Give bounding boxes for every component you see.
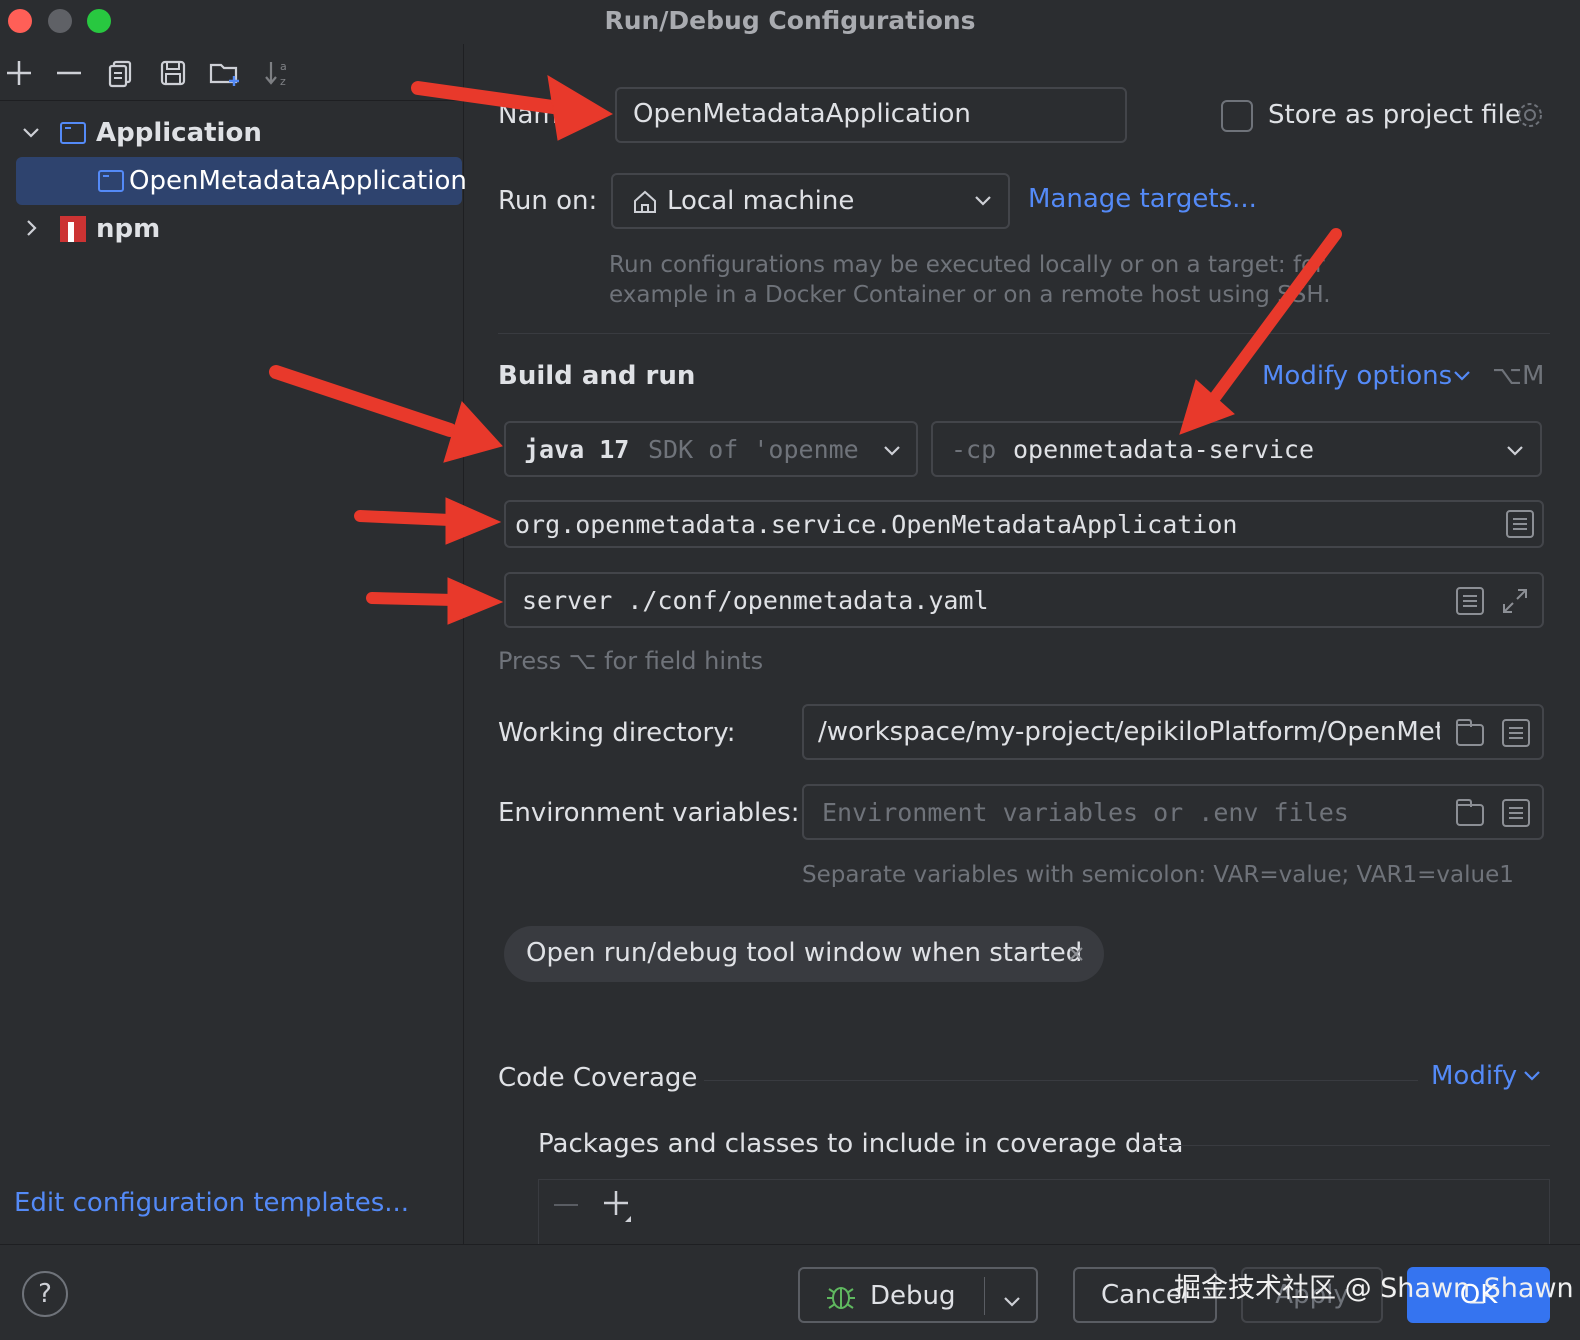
run-on-label: Run on: (498, 186, 598, 216)
application-icon (98, 170, 124, 192)
environment-variables-hint: Separate variables with semicolon: VAR=v… (802, 862, 1514, 888)
window-title: Run/Debug Configurations (604, 6, 976, 35)
open-tool-window-chip[interactable]: Open run/debug tool window when started (504, 926, 1104, 982)
help-button[interactable]: ? (22, 1271, 68, 1317)
toolbar-divider (0, 100, 464, 101)
edit-variables-icon[interactable] (1502, 799, 1530, 827)
new-folder-icon[interactable] (208, 58, 242, 92)
home-icon (631, 188, 659, 220)
environment-variables-label: Environment variables: (498, 798, 800, 828)
tree-item-label: OpenMetadataApplication (129, 166, 467, 196)
coverage-modify-link[interactable]: Modify (1431, 1061, 1517, 1091)
chevron-down-icon (973, 193, 993, 213)
build-and-run-heading: Build and run (498, 361, 696, 391)
section-divider (1156, 1145, 1550, 1146)
svg-text:z: z (280, 75, 286, 88)
tree-group-label: Application (96, 118, 262, 148)
edit-templates-link[interactable]: Edit configuration templates... (14, 1188, 409, 1218)
folder-icon[interactable] (1456, 719, 1484, 746)
store-as-project-label: Store as project file (1268, 100, 1521, 130)
manage-targets-link[interactable]: Manage targets... (1028, 184, 1257, 214)
chevron-right-icon[interactable] (22, 206, 40, 269)
add-icon[interactable] (2, 58, 36, 92)
split-divider (984, 1277, 985, 1315)
chevron-down-icon (882, 443, 902, 463)
tree-group-application[interactable]: Application (0, 110, 464, 156)
main-class-input[interactable]: org.openmetadata.service.OpenMetadataApp… (504, 500, 1544, 548)
program-arguments-input[interactable]: server ./conf/openmetadata.yaml (504, 572, 1544, 628)
run-on-hint-line-2: example in a Docker Container or on a re… (609, 282, 1331, 308)
modify-options-link[interactable]: Modify options (1262, 361, 1452, 391)
tree-group-label: npm (96, 214, 161, 244)
bug-icon (824, 1281, 858, 1318)
application-icon (60, 122, 86, 144)
section-divider (704, 1080, 1418, 1081)
tree-group-npm[interactable]: npm (0, 206, 464, 252)
svg-text:a: a (280, 60, 287, 73)
section-divider (498, 333, 1550, 334)
browse-list-icon[interactable] (1506, 510, 1534, 538)
expand-icon[interactable] (1500, 586, 1530, 620)
working-directory-label: Working directory: (498, 718, 736, 748)
copy-icon[interactable] (104, 58, 138, 92)
chevron-down-icon[interactable] (1452, 368, 1472, 388)
chevron-down-icon[interactable] (1002, 1287, 1022, 1317)
title-bar: Run/Debug Configurations (0, 0, 1580, 44)
jdk-dropdown[interactable]: java 17 SDK of 'openme (504, 421, 918, 477)
folder-icon[interactable] (1456, 799, 1484, 826)
chevron-down-icon[interactable] (1522, 1068, 1542, 1088)
modify-options-shortcut: ⌥M (1492, 361, 1545, 391)
add-icon[interactable] (601, 1188, 637, 1228)
run-on-dropdown[interactable]: Local machine (611, 173, 1010, 229)
coverage-packages-table (538, 1179, 1550, 1245)
debug-button[interactable]: Debug (798, 1267, 1038, 1323)
close-icon[interactable] (1066, 944, 1086, 968)
remove-icon[interactable] (551, 1190, 581, 1224)
working-directory-input[interactable]: /workspace/my-project/epikiloPlatform/Op… (802, 704, 1544, 760)
tree-item-openmetadataapplication[interactable]: OpenMetadataApplication (16, 157, 467, 205)
store-as-project-checkbox[interactable] (1221, 100, 1253, 132)
field-hints-text: Press ⌥ for field hints (498, 647, 764, 675)
sort-icon[interactable]: az (260, 58, 294, 92)
gear-icon[interactable] (1515, 100, 1545, 134)
environment-variables-input[interactable]: Environment variables or .env files (802, 784, 1544, 840)
insert-macro-icon[interactable] (1456, 587, 1484, 615)
name-input[interactable]: OpenMetadataApplication (615, 87, 1127, 143)
watermark: 掘金技术社区 @ Shawn_Shawn (1174, 1273, 1574, 1304)
name-label: Name: (498, 100, 584, 130)
code-coverage-heading: Code Coverage (498, 1063, 698, 1093)
classpath-module-dropdown[interactable]: -cp openmetadata-service (931, 421, 1542, 477)
coverage-packages-label: Packages and classes to include in cover… (538, 1129, 1184, 1159)
remove-icon[interactable] (52, 58, 86, 92)
save-icon[interactable] (156, 58, 190, 92)
run-on-hint-line-1: Run configurations may be executed local… (609, 252, 1325, 278)
chevron-down-icon (1505, 443, 1525, 463)
insert-macro-icon[interactable] (1502, 719, 1530, 747)
npm-icon (60, 216, 86, 242)
